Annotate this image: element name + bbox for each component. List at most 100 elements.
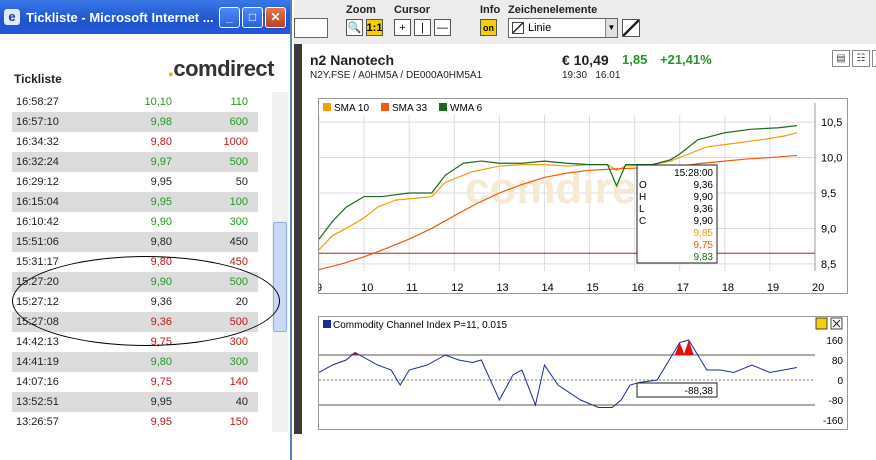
info-label: Info: [480, 4, 501, 16]
x-tick-label: 12: [451, 282, 463, 294]
drawing-select[interactable]: Linie ▼: [508, 18, 618, 38]
cci-y-tick-label: -160: [823, 416, 843, 427]
table-icon[interactable]: ☷: [852, 50, 870, 67]
info-toggle[interactable]: on: [480, 19, 497, 36]
ticklist-heading: Tickliste: [14, 72, 62, 86]
info-label: O: [639, 180, 647, 191]
table-row: 15:51:06 9,80 450: [12, 232, 258, 252]
cci-line: [318, 339, 798, 408]
tick-time: 13:52:51: [16, 396, 59, 408]
tick-volume: 500: [229, 156, 248, 168]
stock-price: € 10,49: [562, 52, 609, 68]
horizontal-line-icon[interactable]: —: [434, 19, 451, 36]
vertical-line-icon[interactable]: |: [414, 19, 431, 36]
stock-time: 19:30 16.01: [562, 70, 620, 81]
ticklist-window: e Tickliste - Microsoft Internet ... _ □…: [0, 0, 292, 460]
tick-price: 9,90: [150, 216, 172, 228]
tick-volume: 110: [230, 96, 248, 108]
cci-settings-icon: [815, 317, 828, 330]
tick-time: 14:07:16: [16, 376, 59, 388]
ticklist-scrollbar[interactable]: [272, 92, 288, 432]
table-row: 13:26:57 9,95 150: [12, 412, 258, 432]
line-draw-icon[interactable]: [622, 19, 640, 37]
table-row: 16:57:10 9,98 600: [12, 112, 258, 132]
close-icon[interactable]: ✕: [265, 6, 286, 28]
legend-swatch: [439, 103, 447, 111]
info-value: 9,90: [694, 216, 714, 227]
info-ma-value: 9,75: [694, 240, 714, 251]
info-ma-value: 9,85: [694, 228, 714, 239]
tick-time: 16:57:10: [16, 116, 59, 128]
legend-label: SMA 33: [392, 103, 427, 114]
maximize-icon[interactable]: □: [242, 6, 263, 28]
chevron-down-icon: ▼: [605, 19, 617, 37]
table-row: 16:15:04 9,95 100: [12, 192, 258, 212]
x-tick-label: 15: [587, 282, 599, 294]
cci-y-tick-label: -80: [829, 396, 844, 407]
x-tick-label: 11: [406, 282, 417, 294]
cci-chart[interactable]: Commodity Channel Index P=11, 0.015 -160 -…: [318, 316, 848, 430]
price-chart-svg: 9 10 11 12 13 14 15 16 17 18 19 20 8,5 9,0 9,5 10,0 10,5…: [316, 103, 842, 305]
chart-toolbar: Zoom 🔍 1:1 Cursor + | — Info on Zeichene…: [294, 0, 876, 44]
tick-volume: 140: [229, 376, 248, 388]
y-tick-label: 10,0: [821, 153, 842, 165]
toolbar-dropdown[interactable]: [294, 18, 328, 38]
crosshair-icon[interactable]: +: [394, 19, 411, 36]
cci-legend-swatch: [323, 320, 331, 328]
legend-label: WMA 6: [450, 103, 483, 114]
y-tick-label: 9,5: [821, 188, 836, 200]
table-row: 14:41:19 9,80 300: [12, 352, 258, 372]
x-tick-label: 19: [767, 282, 779, 294]
tick-price: 9,98: [150, 116, 172, 128]
line-tool-icon: [512, 22, 524, 34]
x-tick-label: 10: [361, 282, 373, 294]
price-chart[interactable]: 9 10 11 12 13 14 15 16 17 18 19 20 8,5 9,0 9,5 10,0 10,5…: [316, 98, 848, 305]
info-label: H: [639, 192, 646, 203]
table-row: 14:07:16 9,75 140: [12, 372, 258, 392]
tick-volume: 1000: [223, 136, 248, 148]
stock-change: 1,85: [622, 52, 648, 67]
cci-cursor-value: -88,38: [685, 386, 714, 397]
drawing-select-value: Linie: [528, 22, 552, 34]
tick-time: 16:15:04: [16, 196, 59, 208]
tick-price: 9,80: [150, 136, 172, 148]
x-sub-label: 16.01: [319, 294, 344, 295]
stock-header: n2 Nanotech N2Y.FSE / A0HM5A / DE000A0HM…: [308, 48, 876, 88]
tick-price: 9,75: [150, 376, 172, 388]
chart-application: Zoom 🔍 1:1 Cursor + | — Info on Zeichene…: [294, 0, 876, 460]
tick-time: 16:58:27: [16, 96, 59, 108]
drawing-label: Zeichenelemente: [508, 4, 598, 16]
print-icon[interactable]: [872, 50, 876, 67]
window-title: Tickliste - Microsoft Internet ...: [26, 9, 214, 25]
tick-volume: 300: [229, 216, 248, 228]
stock-time-value: 19:30: [562, 70, 588, 81]
cci-y-tick-label: 160: [826, 336, 843, 347]
tick-price: 9,95: [150, 416, 172, 428]
ie-icon: e: [4, 9, 20, 25]
cci-overbought-fill: [683, 340, 694, 355]
info-value: 9,36: [694, 204, 714, 215]
legend-swatch: [381, 103, 389, 111]
x-tick-label: 16: [632, 282, 644, 294]
side-panel-strip: [294, 44, 302, 434]
zoom-reset-button[interactable]: 1:1: [366, 19, 383, 36]
y-tick-label: 8,5: [821, 259, 836, 271]
tick-price: 9,95: [150, 176, 172, 188]
window-titlebar[interactable]: e Tickliste - Microsoft Internet ... _ □…: [0, 0, 290, 34]
minimize-icon[interactable]: _: [219, 6, 240, 28]
zoom-icon[interactable]: 🔍: [346, 19, 363, 36]
bar-chart-icon[interactable]: ▤: [832, 50, 850, 67]
tick-price: 9,95: [150, 396, 172, 408]
tick-time: 15:51:06: [16, 236, 59, 248]
tick-price: 9,97: [150, 156, 172, 168]
cci-chart-svg: Commodity Channel Index P=11, 0.015 -160 -…: [318, 317, 844, 427]
ohlc-info-box: 15:28:00O 9,36H 9,90L 9,36C 9,909,859,759,83: [636, 164, 718, 264]
scrollbar-thumb[interactable]: [273, 222, 287, 332]
cursor-label: Cursor: [394, 4, 431, 16]
tick-time: 14:41:19: [16, 356, 59, 368]
y-tick-label: 10,5: [821, 117, 842, 129]
x-tick-label: 14: [541, 282, 553, 294]
table-row: 16:29:12 9,95 50: [12, 172, 258, 192]
cci-y-tick-label: 0: [837, 376, 843, 387]
legend-swatch: [323, 103, 331, 111]
